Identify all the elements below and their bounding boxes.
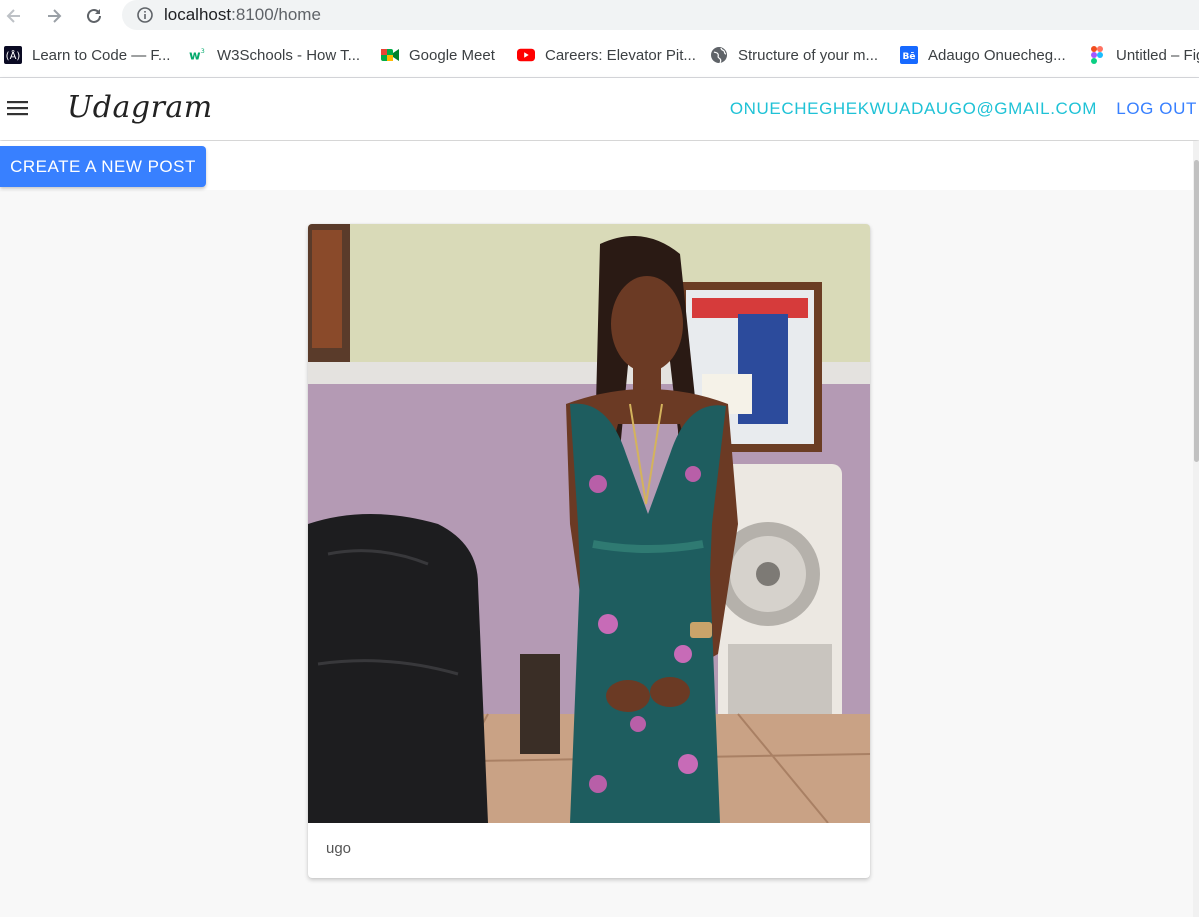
forward-arrow-icon[interactable] <box>42 4 66 28</box>
app-brand: Udagram <box>67 90 213 125</box>
bookmark-label: W3Schools - How T... <box>217 46 361 64</box>
create-post-button[interactable]: CREATE A NEW POST <box>0 146 206 187</box>
bookmark-behance[interactable]: Bē Adaugo Onuecheg... <box>900 44 1066 66</box>
svg-text:Bē: Bē <box>903 52 916 62</box>
url-path: :8100/home <box>231 5 321 24</box>
bookmark-careers[interactable]: Careers: Elevator Pit... <box>517 44 696 66</box>
freecodecamp-icon: (Å) <box>4 46 22 64</box>
svg-text:w: w <box>189 48 201 63</box>
reload-icon[interactable] <box>82 4 106 28</box>
bookmark-label: Google Meet <box>409 46 495 64</box>
bookmark-label: Untitled – Fig <box>1116 46 1199 64</box>
post-caption: ugo <box>326 840 352 857</box>
bookmark-freecodecamp[interactable]: (Å) Learn to Code — F... <box>4 44 170 66</box>
youtube-icon <box>517 46 535 64</box>
url-text[interactable]: localhost:8100/home <box>164 5 321 25</box>
svg-text:3: 3 <box>201 48 205 55</box>
globe-icon <box>710 46 728 64</box>
bookmark-figma[interactable]: Untitled – Fig <box>1088 44 1199 66</box>
figma-icon <box>1088 46 1106 64</box>
browser-address-bar: localhost:8100/home <box>0 0 1199 32</box>
logout-button[interactable]: LOG OUT <box>1116 99 1197 119</box>
bookmark-label: Learn to Code — F... <box>32 46 171 64</box>
site-info-icon[interactable] <box>136 6 154 24</box>
google-meet-icon <box>381 46 399 64</box>
back-arrow-icon[interactable] <box>2 4 26 28</box>
app-toolbar: Udagram ONUECHEGHEKWUADAUGO@GMAIL.COM LO… <box>0 78 1199 140</box>
post-card: ugo <box>308 224 870 878</box>
bookmark-label: Structure of your m... <box>738 46 879 64</box>
post-photo <box>308 224 870 823</box>
bookmark-label: Careers: Elevator Pit... <box>545 46 696 64</box>
hamburger-menu-icon[interactable] <box>6 98 30 118</box>
bookmark-google-meet[interactable]: Google Meet <box>381 44 495 66</box>
bookmark-w3schools[interactable]: w3 W3Schools - How T... <box>189 44 360 66</box>
user-email-link[interactable]: ONUECHEGHEKWUADAUGO@GMAIL.COM <box>730 99 1097 119</box>
svg-text:(Å): (Å) <box>6 49 21 62</box>
bookmark-structure[interactable]: Structure of your m... <box>710 44 878 66</box>
bookmarks-bar: (Å) Learn to Code — F... w3 W3Schools - … <box>0 32 1199 78</box>
behance-icon: Bē <box>900 46 918 64</box>
bookmark-label: Adaugo Onuecheg... <box>928 46 1066 64</box>
url-host: localhost <box>164 5 232 24</box>
w3schools-icon: w3 <box>189 46 207 64</box>
scrollbar-thumb[interactable] <box>1194 160 1199 462</box>
